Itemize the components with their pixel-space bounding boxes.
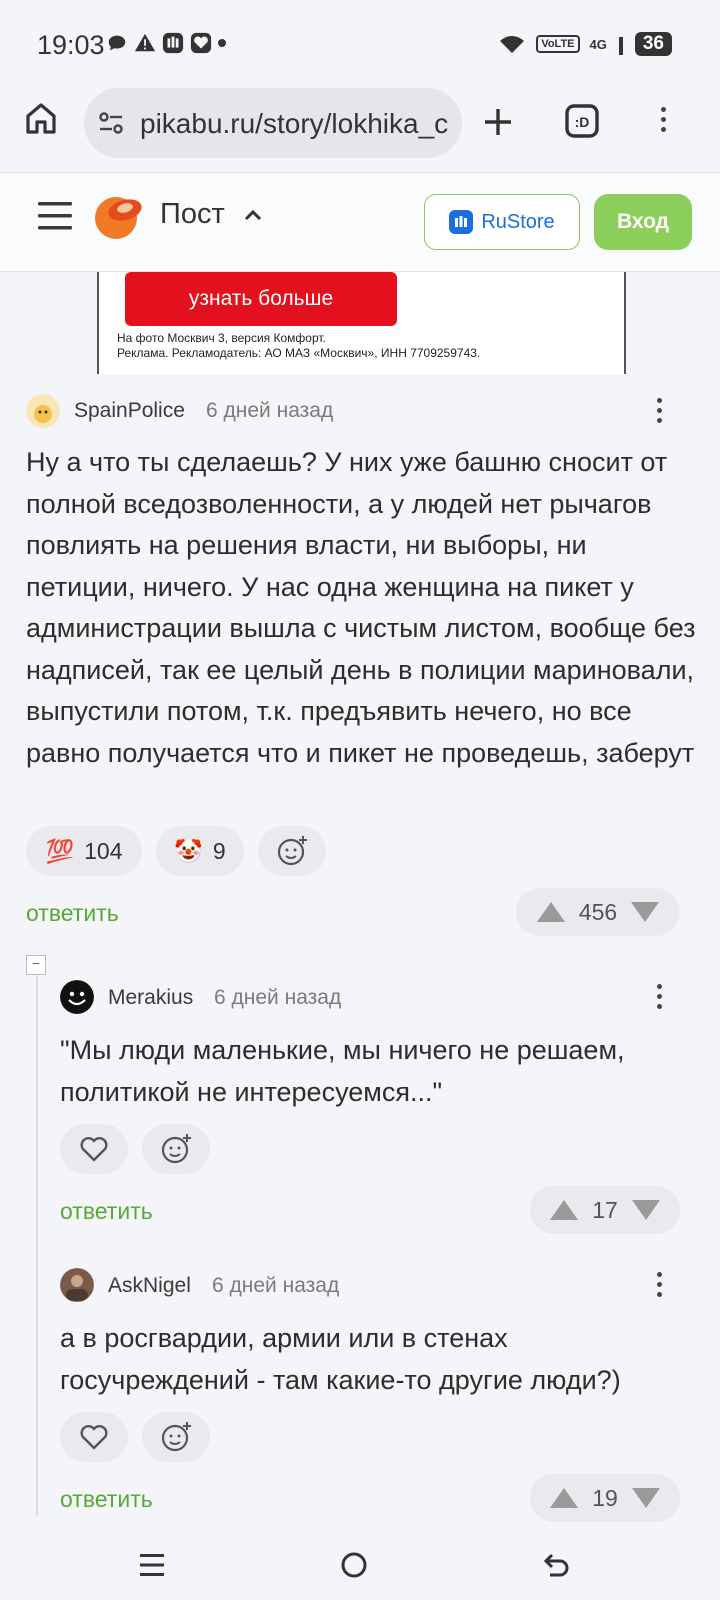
avatar[interactable] [26, 394, 60, 428]
add-reaction-button[interactable] [142, 1124, 210, 1174]
rustore-label: RuStore [481, 210, 555, 233]
ad-disclaimer-line1: На фото Москвич 3, версия Комфорт. [117, 331, 326, 345]
reaction-emoji: 💯 [45, 837, 75, 864]
home-nav-icon[interactable] [340, 1551, 368, 1579]
comment-text: Ну а что ты сделаешь? У них уже башню сн… [26, 447, 696, 768]
comment-author[interactable]: SpainPolice [74, 399, 185, 423]
downvote-icon[interactable] [631, 1488, 660, 1508]
upvote-icon[interactable] [550, 1200, 579, 1220]
recent-apps-icon[interactable] [138, 1552, 166, 1578]
comment-time: 6 дней назад [214, 986, 342, 1009]
rustore-logo-icon [449, 210, 474, 234]
ad-disclaimer: На фото Москвич 3, версия Комфорт. Рекла… [117, 331, 480, 361]
add-reaction-button[interactable] [258, 826, 326, 876]
thread-line[interactable] [36, 976, 38, 1516]
volte-badge: VoLTE [536, 35, 580, 53]
wifi-icon [500, 36, 525, 53]
heart-icon [80, 1137, 108, 1162]
login-button[interactable]: Вход [594, 194, 692, 250]
comment-time: 6 дней назад [206, 399, 334, 422]
rating-value: 456 [578, 898, 618, 925]
comment-menu-icon[interactable] [657, 984, 663, 1009]
comment-menu-icon[interactable] [657, 398, 663, 423]
upvote-icon[interactable] [536, 902, 565, 922]
add-emoji-icon [161, 1422, 191, 1452]
add-emoji-icon [161, 1134, 191, 1164]
reaction-clown[interactable]: 🤡 9 [156, 826, 244, 876]
heart-icon [80, 1425, 108, 1450]
reaction-count: 9 [212, 837, 226, 864]
comment-menu-icon[interactable] [657, 1272, 663, 1297]
browser-menu-icon[interactable] [661, 107, 667, 132]
reaction-count: 104 [84, 837, 123, 864]
avatar[interactable] [60, 1268, 94, 1302]
notification-icons [106, 32, 226, 54]
hamburger-menu-icon[interactable] [38, 200, 72, 232]
battery-level: 36 [634, 32, 672, 56]
chat-bubble-icon [108, 35, 126, 51]
rustore-button[interactable]: RuStore [424, 194, 580, 250]
chevron-up-icon[interactable] [244, 208, 262, 222]
comment-author[interactable]: AskNigel [108, 1274, 191, 1298]
page-title[interactable]: Пост [160, 198, 225, 231]
status-time: 19:03 [37, 30, 105, 60]
back-icon[interactable] [542, 1551, 572, 1579]
url-text[interactable]: pikabu.ru/story/lokhika_c [140, 108, 448, 140]
status-bar: 19:03 VoLTE 4G 36 [0, 0, 720, 90]
rating-value: 17 [592, 1196, 618, 1223]
heart-badge-icon [190, 32, 212, 54]
rating-box: 17 [530, 1186, 680, 1234]
avatar[interactable] [60, 980, 94, 1014]
warning-icon [134, 33, 156, 52]
add-emoji-icon [277, 836, 307, 866]
pikabu-logo-icon[interactable] [94, 192, 146, 242]
new-tab-icon[interactable] [482, 106, 514, 138]
network-type: 4G [589, 36, 607, 52]
collapse-thread-button[interactable]: − [26, 955, 46, 975]
system-icons: VoLTE 4G 36 [498, 32, 672, 56]
ad-learn-more-button[interactable]: узнать больше [125, 272, 397, 326]
dot-icon [218, 39, 226, 47]
reply-link[interactable]: ответить [60, 1486, 153, 1513]
reaction-100[interactable]: 💯 104 [26, 826, 142, 876]
comment-author[interactable]: Merakius [108, 986, 193, 1010]
add-reaction-button[interactable] [142, 1412, 210, 1462]
upvote-icon[interactable] [550, 1488, 579, 1508]
home-icon[interactable] [24, 101, 58, 135]
rustore-notification-icon [162, 32, 184, 54]
site-settings-icon[interactable] [96, 108, 126, 138]
rating-value: 19 [592, 1484, 618, 1511]
reply-link[interactable]: ответить [26, 900, 119, 927]
rating-box: 19 [530, 1474, 680, 1522]
reaction-emoji: 🤡 [174, 837, 203, 864]
downvote-icon[interactable] [631, 1200, 660, 1220]
svg-text::D: :D [575, 114, 590, 130]
ad-disclaimer-line2: Реклама. Рекламодатель: АО МАЗ «Москвич»… [117, 346, 481, 360]
like-button[interactable] [60, 1412, 128, 1462]
reply-link[interactable]: ответить [60, 1198, 153, 1225]
comment-text: "Мы люди маленькие, мы ничего не решаем,… [60, 1035, 625, 1107]
comment-text: а в росгвардии, армии или в стенах госуч… [60, 1323, 621, 1395]
like-button[interactable] [60, 1124, 128, 1174]
rating-box: 456 [516, 888, 680, 936]
downvote-icon[interactable] [631, 902, 660, 922]
tabs-switcher-icon[interactable]: :D [564, 103, 600, 139]
comment-time: 6 дней назад [212, 1274, 340, 1297]
signal-icon [618, 37, 623, 55]
